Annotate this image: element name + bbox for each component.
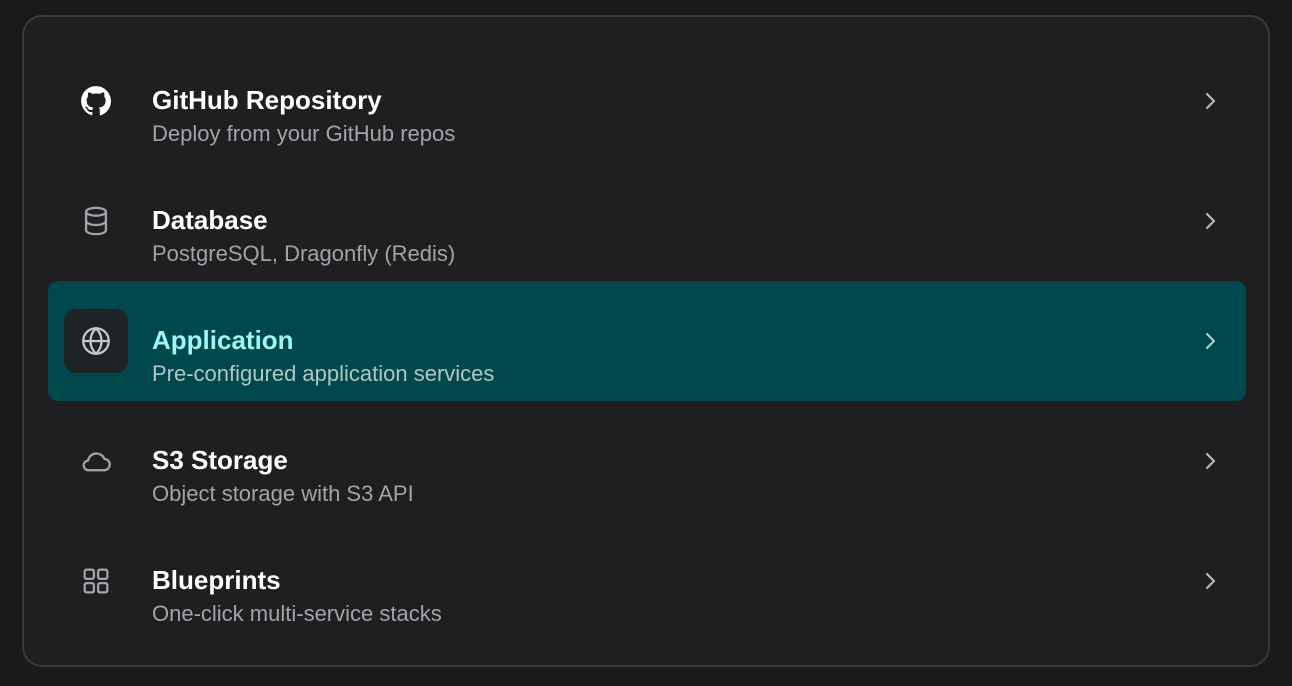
option-database[interactable]: Database PostgreSQL, Dragonfly (Redis): [48, 161, 1246, 281]
option-blueprints[interactable]: Blueprints One-click multi-service stack…: [48, 521, 1246, 641]
chevron-right-icon: [1205, 212, 1216, 230]
chevron-right-icon: [1205, 92, 1216, 110]
option-title: Blueprints: [152, 565, 281, 595]
deploy-options-list: GitHub Repository Deploy from your GitHu…: [48, 41, 1246, 641]
deploy-options-panel: GitHub Repository Deploy from your GitHu…: [22, 15, 1270, 667]
option-title: GitHub Repository: [152, 85, 382, 115]
option-subtitle: Object storage with S3 API: [152, 481, 414, 506]
option-s3-storage[interactable]: S3 Storage Object storage with S3 API: [48, 401, 1246, 521]
globe-icon: [64, 309, 128, 373]
chevron-right-icon: [1205, 452, 1216, 470]
option-github-repository[interactable]: GitHub Repository Deploy from your GitHu…: [48, 41, 1246, 161]
cloud-icon: [64, 429, 128, 493]
github-icon: [64, 69, 128, 133]
chevron-right-icon: [1205, 332, 1216, 350]
option-subtitle: One-click multi-service stacks: [152, 601, 442, 626]
option-title: S3 Storage: [152, 445, 288, 475]
database-icon: [64, 189, 128, 253]
option-application[interactable]: Application Pre-configured application s…: [48, 281, 1246, 401]
option-subtitle: PostgreSQL, Dragonfly (Redis): [152, 241, 456, 266]
option-subtitle: Deploy from your GitHub repos: [152, 121, 456, 146]
option-title: Database: [152, 205, 268, 235]
chevron-right-icon: [1205, 572, 1216, 590]
grid-icon: [64, 549, 128, 613]
option-subtitle: Pre-configured application services: [152, 361, 495, 386]
option-title: Application: [152, 325, 294, 355]
